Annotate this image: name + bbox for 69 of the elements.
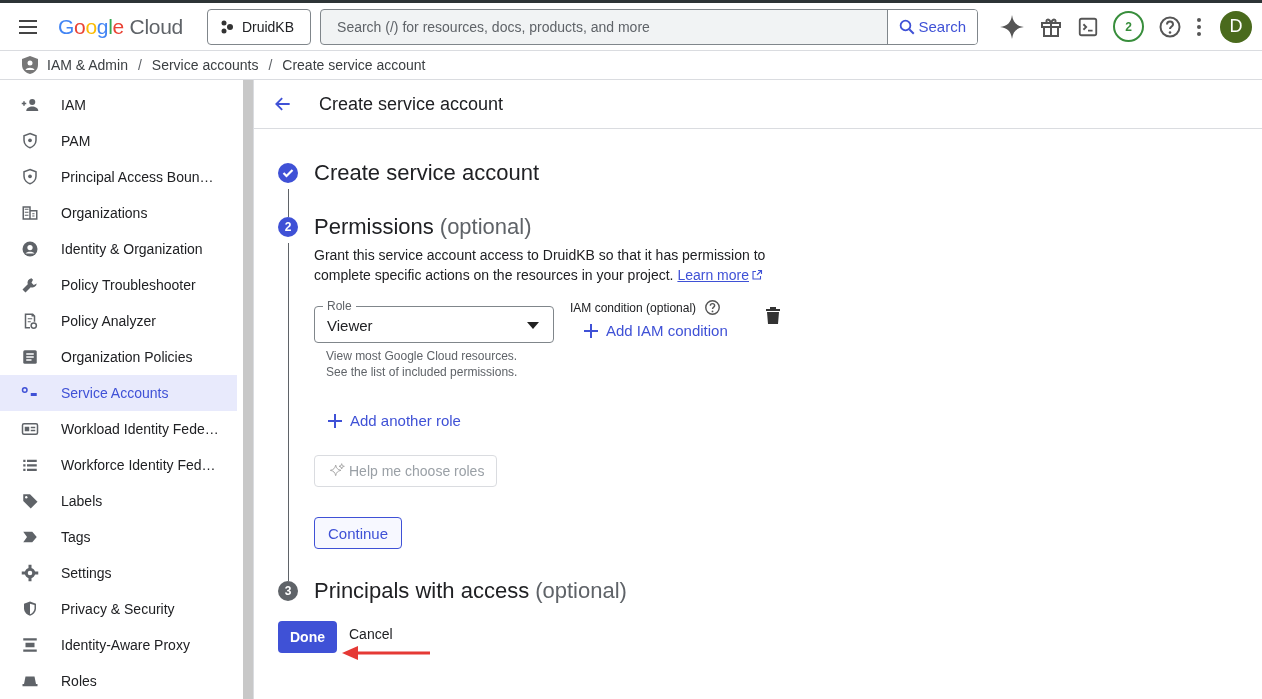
add-condition-button[interactable]: Add IAM condition [584, 316, 728, 345]
terminal-icon[interactable] [1077, 15, 1099, 38]
page-title: Create service account [319, 93, 504, 115]
sidebar-item[interactable]: Principal Access Boun… [0, 159, 237, 195]
condition-label: IAM condition (optional) [570, 300, 697, 315]
avatar[interactable]: D [1220, 10, 1252, 43]
sparkle-icon [329, 463, 345, 479]
search-button[interactable]: Search [886, 9, 978, 44]
learn-more-link[interactable]: Learn more [677, 267, 763, 283]
sidebar-item[interactable]: Workforce Identity Fed… [0, 447, 237, 483]
breadcrumb-link[interactable]: Service accounts [151, 57, 259, 73]
dropdown-caret-icon [527, 322, 539, 329]
breadcrumb-separator: / [137, 57, 142, 73]
building-icon [21, 204, 39, 222]
plus-icon [328, 413, 342, 428]
sidebar-item[interactable]: Privacy & Security [0, 591, 237, 627]
sidebar-item[interactable]: PAM [0, 123, 237, 159]
wrench-icon [21, 276, 39, 294]
sidebar-item[interactable]: Policy Troubleshooter [0, 267, 237, 303]
help-icon[interactable] [1158, 14, 1182, 39]
more-icon[interactable] [1196, 16, 1202, 37]
project-picker[interactable]: DruidKB [206, 8, 312, 45]
continue-button[interactable]: Continue [314, 517, 403, 549]
shield-icon [21, 55, 39, 75]
delete-icon[interactable] [765, 307, 780, 324]
sidebar-item[interactable]: Organization Policies [0, 339, 237, 375]
breadcrumb-current: Create service account [282, 57, 426, 73]
sidebar-item[interactable]: Workload Identity Fede… [0, 411, 237, 447]
sidebar-item[interactable]: Identity & Organization [0, 231, 237, 267]
step-title: Permissions (optional) [314, 213, 533, 241]
person-add-icon [21, 96, 39, 114]
external-link-icon [751, 269, 763, 281]
gear-icon [21, 564, 39, 582]
description-text: Grant this service account access to DruidKB so that it has permission to complete specific actions on the resources in your project. Learn more [314, 246, 767, 285]
add-role-button[interactable]: Add another role [328, 406, 461, 435]
google-cloud-logo[interactable]: Google Cloud [58, 14, 183, 39]
sidebar-item[interactable]: Identity-Aware Proxy [0, 627, 237, 663]
search-icon [897, 17, 916, 36]
role-hint: View most Google Cloud resources. [326, 348, 519, 364]
tag-icon [21, 492, 39, 510]
step-title: Principals with access (optional) [314, 577, 628, 605]
breadcrumb-link[interactable]: IAM & Admin [47, 57, 128, 73]
shield-half-icon [21, 600, 39, 618]
account-icon [21, 240, 39, 258]
shield-icon [21, 132, 39, 150]
done-button[interactable]: Done [278, 621, 337, 653]
notification-badge[interactable]: 2 [1113, 11, 1144, 42]
help-icon[interactable] [704, 299, 722, 316]
role-select[interactable]: Role Viewer [314, 299, 554, 343]
plus-icon [584, 323, 598, 338]
step-number: 3 [278, 581, 298, 601]
breadcrumb-separator: / [268, 57, 273, 73]
search-field[interactable]: Search (/) for resources, docs, products, and more Search [320, 8, 979, 45]
sidebar-item[interactable]: Policy Analyzer [0, 303, 237, 339]
step-number: 2 [278, 217, 298, 237]
sidebar-item[interactable]: Organizations [0, 195, 237, 231]
sidebar-item[interactable]: Service Accounts [0, 375, 237, 411]
step-title: Create service account [314, 159, 540, 187]
doc-icon [21, 348, 39, 366]
cancel-button[interactable]: Cancel [343, 622, 399, 646]
sidebar-item[interactable]: Labels [0, 483, 237, 519]
sidebar-item[interactable]: Tags [0, 519, 237, 555]
sidebar-item[interactable]: IAM [0, 87, 237, 123]
id-card-icon [21, 420, 39, 438]
scrollbar[interactable] [243, 80, 253, 699]
sidebar-item[interactable]: Settings [0, 555, 237, 591]
role-hint: See the list of included permissions. [326, 364, 519, 380]
sidebar-item[interactable]: Roles [0, 663, 237, 699]
project-icon [219, 19, 234, 34]
